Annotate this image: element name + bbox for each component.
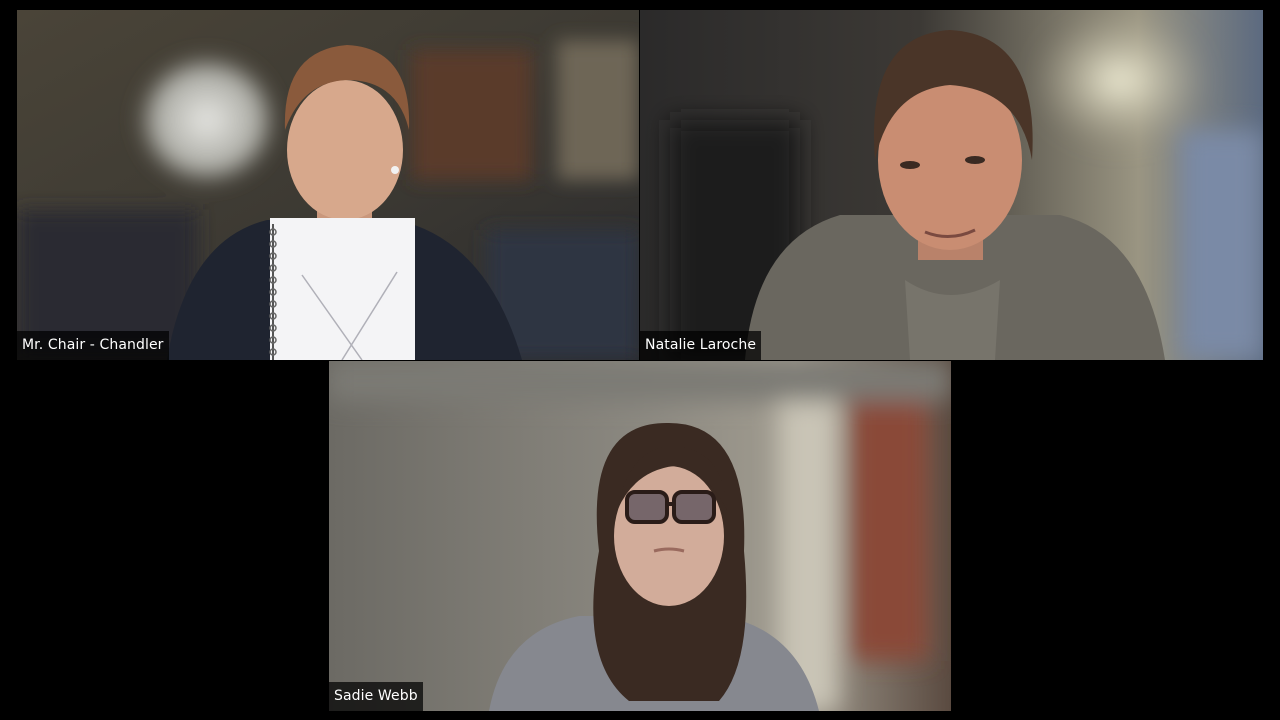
participant-video-tile[interactable]: Natalie Laroche (640, 10, 1263, 360)
participant-video-tile[interactable]: Mr. Chair - Chandler (17, 10, 639, 360)
participant-name-label: Mr. Chair - Chandler (17, 331, 169, 360)
participant-video-feed (17, 10, 639, 360)
video-gallery: Mr. Chair - Chandler Natalie Laroche Sad… (0, 0, 1280, 720)
participant-video-feed (640, 10, 1263, 360)
participant-name-label: Natalie Laroche (640, 331, 762, 360)
participant-name-label: Sadie Webb (329, 682, 423, 711)
participant-video-feed (329, 361, 951, 711)
participant-video-tile[interactable]: Sadie Webb (329, 361, 951, 711)
